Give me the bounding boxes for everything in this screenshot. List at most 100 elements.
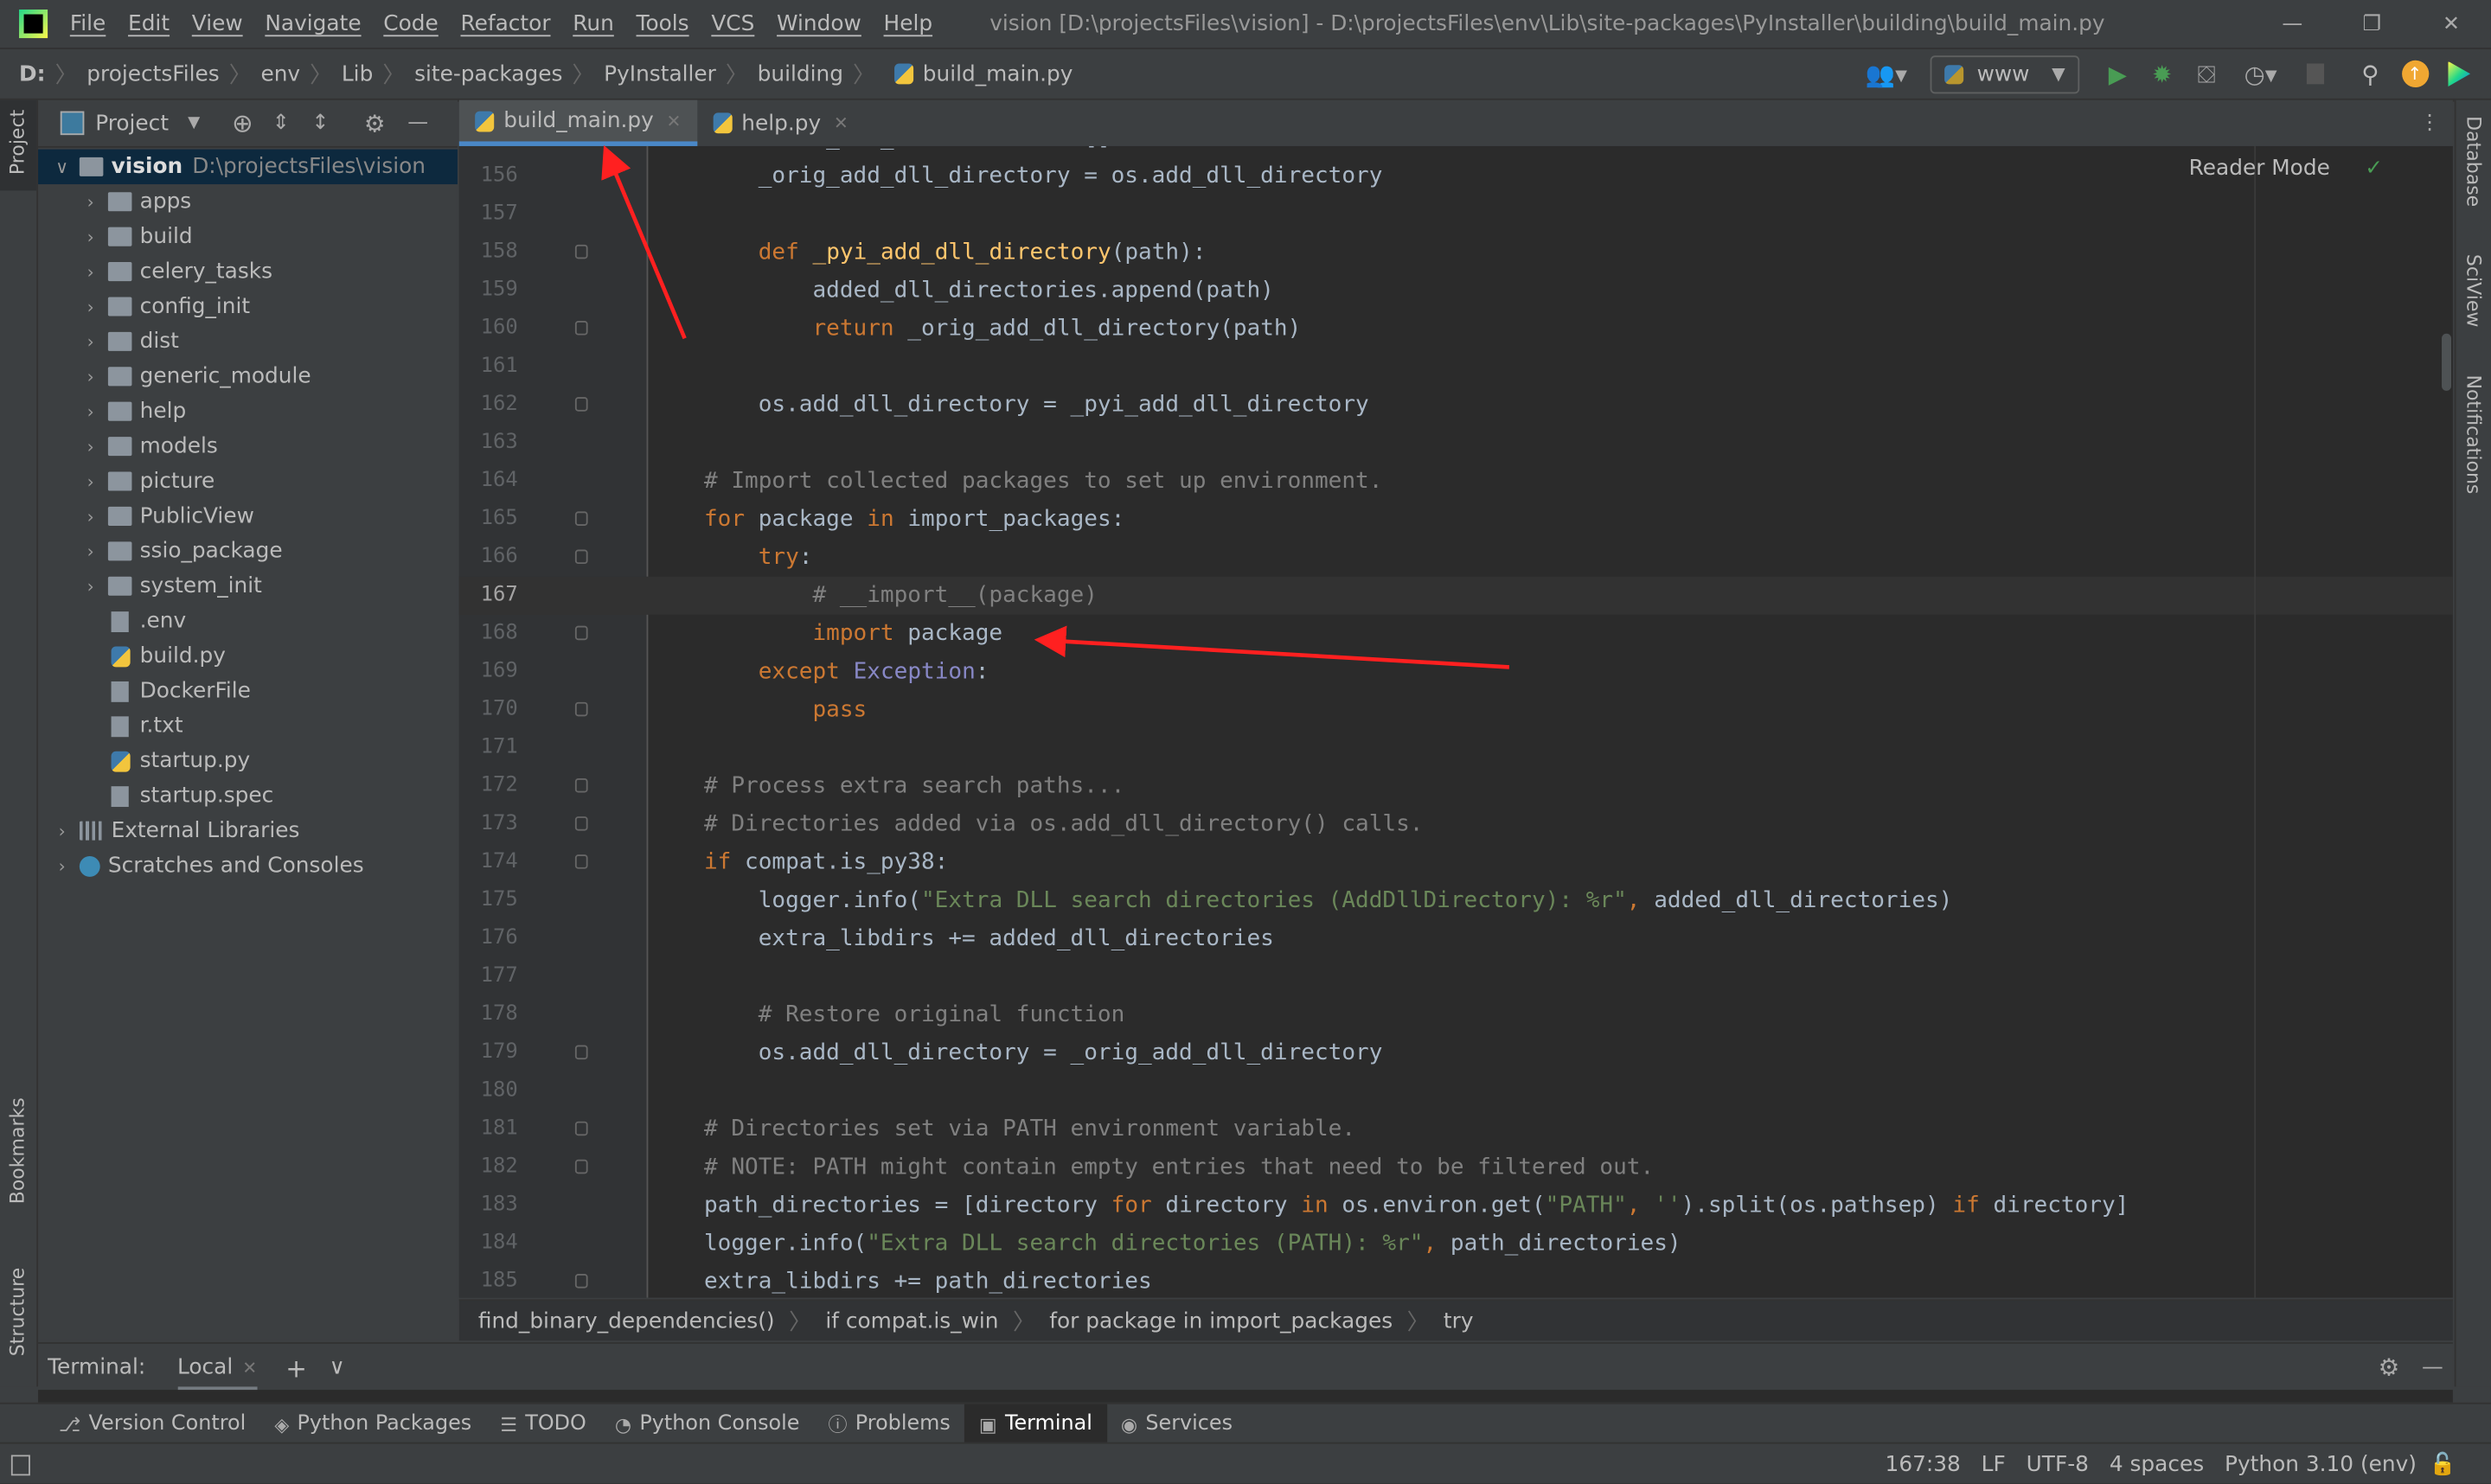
menu-code[interactable]: Code [383, 11, 438, 36]
menu-run[interactable]: Run [573, 11, 614, 36]
coverage-icon[interactable]: ⛋ [2189, 56, 2224, 91]
code-breadcrumb-item[interactable]: for package in import_packages [1049, 1308, 1393, 1334]
tree-item-apps[interactable]: › apps [38, 184, 458, 219]
toolwindow-problems[interactable]: ⓘ Problems [814, 1404, 964, 1444]
profile-icon[interactable]: ◷▾ [2233, 56, 2287, 91]
breadcrumb-item[interactable]: build_main.py [923, 61, 1073, 86]
chevron-right-icon[interactable]: › [80, 436, 102, 457]
chevron-right-icon[interactable]: › [80, 261, 102, 282]
tab-help-py[interactable]: help.py ✕ [697, 100, 864, 146]
menu-window[interactable]: Window [777, 11, 861, 36]
tree-item-startup-py[interactable]: startup.py [38, 744, 458, 778]
toolwindow-python-console[interactable]: ◔ Python Console [600, 1404, 814, 1444]
chevron-right-icon[interactable]: › [51, 821, 74, 841]
tree-item-env[interactable]: .env [38, 604, 458, 638]
fold-marker-icon[interactable] [574, 777, 588, 793]
tree-item-config_init[interactable]: › config_init [38, 289, 458, 323]
fold-marker-icon[interactable] [574, 701, 588, 717]
fold-marker-icon[interactable] [574, 1045, 588, 1060]
toolwindow-terminal[interactable]: ▣ Terminal [964, 1404, 1107, 1444]
code-breadcrumb-item[interactable]: find_binary_dependencies() [478, 1308, 775, 1334]
tree-item-dist[interactable]: › dist [38, 324, 458, 359]
chevron-right-icon[interactable]: › [51, 855, 74, 876]
update-icon[interactable]: ↑ [2398, 56, 2432, 91]
menu-refactor[interactable]: Refactor [460, 11, 550, 36]
close-icon[interactable]: ✕ [667, 111, 682, 131]
menu-vcs[interactable]: VCS [711, 11, 754, 36]
line-separator[interactable]: LF [1982, 1452, 2006, 1477]
chevron-right-icon[interactable]: › [80, 471, 102, 492]
chevron-right-icon[interactable]: › [80, 191, 102, 212]
structure-tool-button[interactable]: Structure [6, 1268, 29, 1363]
caret-position[interactable]: 167:38 [1886, 1452, 1961, 1477]
breadcrumb-item[interactable]: PyInstaller [604, 61, 716, 86]
fold-marker-icon[interactable] [574, 244, 588, 259]
fold-marker-icon[interactable] [574, 854, 588, 869]
fold-marker-icon[interactable] [574, 1121, 588, 1136]
chevron-right-icon[interactable]: › [80, 401, 102, 422]
fold-marker-icon[interactable] [574, 321, 588, 336]
minimize-button[interactable]: — [2252, 12, 2332, 36]
debug-icon[interactable]: ✹ [2145, 56, 2180, 91]
tree-item-system_init[interactable]: › system_init [38, 569, 458, 604]
tree-item-external-libraries[interactable]: › External Libraries [38, 813, 458, 848]
fold-marker-icon[interactable] [574, 549, 588, 565]
gear-icon[interactable]: ⚙ [364, 109, 386, 138]
project-tool-button[interactable]: Project [0, 99, 37, 191]
toolbox-icon[interactable] [2442, 56, 2476, 91]
code-breadcrumb-item[interactable]: try [1444, 1308, 1474, 1334]
run-icon[interactable]: ▶ [2100, 56, 2135, 91]
fold-marker-icon[interactable] [574, 816, 588, 831]
breadcrumb-item[interactable]: building [758, 61, 843, 86]
hide-icon[interactable]: — [2422, 1355, 2443, 1380]
tree-item-ssio_package[interactable]: › ssio_package [38, 534, 458, 568]
tree-item-build-py[interactable]: build.py [38, 638, 458, 673]
indent-setting[interactable]: 4 spaces [2110, 1452, 2204, 1477]
run-config-select[interactable]: www ▼ [1931, 54, 2080, 93]
menu-edit[interactable]: Edit [128, 11, 170, 36]
chevron-right-icon[interactable]: › [80, 541, 102, 561]
menu-file[interactable]: File [70, 11, 106, 36]
expand-all-icon[interactable]: ⇕ [272, 112, 290, 136]
file-encoding[interactable]: UTF-8 [2027, 1452, 2089, 1477]
tree-root-vision[interactable]: ∨ vision D:\projectsFiles\vision [38, 149, 458, 185]
fold-marker-icon[interactable] [574, 1274, 588, 1289]
tool-database[interactable]: Database [2462, 116, 2491, 214]
tree-item-startup-spec[interactable]: startup.spec [38, 778, 458, 813]
tree-item-picture[interactable]: › picture [38, 464, 458, 498]
close-icon[interactable]: ✕ [242, 1357, 257, 1378]
menu-help[interactable]: Help [884, 11, 933, 36]
fold-marker-icon[interactable] [574, 625, 588, 641]
chevron-down-icon[interactable]: ∨ [51, 157, 74, 177]
tree-item-celery_tasks[interactable]: › celery_tasks [38, 254, 458, 289]
more-options-icon[interactable]: ⋮ [2419, 112, 2440, 136]
chevron-right-icon[interactable]: › [80, 576, 102, 597]
toolwindow-services[interactable]: ◉ Services [1106, 1404, 1246, 1444]
reader-mode-toggle[interactable]: Reader Mode ✓ [2189, 156, 2383, 181]
chevron-down-icon[interactable]: ∨ [330, 1355, 345, 1380]
tree-item-models[interactable]: › models [38, 429, 458, 464]
fold-marker-icon[interactable] [574, 511, 588, 526]
fold-marker-icon[interactable] [574, 1159, 588, 1174]
tree-item-generic_module[interactable]: › generic_module [38, 359, 458, 393]
terminal-output[interactable] [38, 1390, 2453, 1403]
interpreter[interactable]: Python 3.10 (env) [2225, 1452, 2417, 1477]
tree-item-DockerFile[interactable]: DockerFile [38, 674, 458, 708]
breadcrumb-item[interactable]: D: [19, 61, 46, 86]
chevron-right-icon[interactable]: › [80, 506, 102, 527]
stop-icon[interactable] [2297, 56, 2332, 91]
tab-build_main-py[interactable]: build_main.py ✕ [458, 99, 697, 146]
user-icon[interactable]: 👥▾ [1862, 56, 1910, 91]
code-editor[interactable]: 155 added_dll_directories = []156 _orig_… [458, 145, 2453, 1298]
close-button[interactable]: ✕ [2411, 12, 2491, 36]
new-terminal-button[interactable]: + [285, 1353, 307, 1383]
locate-icon[interactable]: ⊕ [232, 108, 253, 138]
menu-tools[interactable]: Tools [637, 11, 689, 36]
close-icon[interactable]: ✕ [834, 112, 848, 133]
tool-notifications[interactable]: Notifications [2462, 375, 2491, 501]
search-icon[interactable]: ⚲ [2353, 56, 2387, 91]
chevron-right-icon[interactable]: › [80, 331, 102, 352]
editor-scrollbar[interactable] [2442, 333, 2452, 391]
breadcrumb-item[interactable]: env [260, 61, 300, 86]
menu-navigate[interactable]: Navigate [265, 11, 361, 36]
